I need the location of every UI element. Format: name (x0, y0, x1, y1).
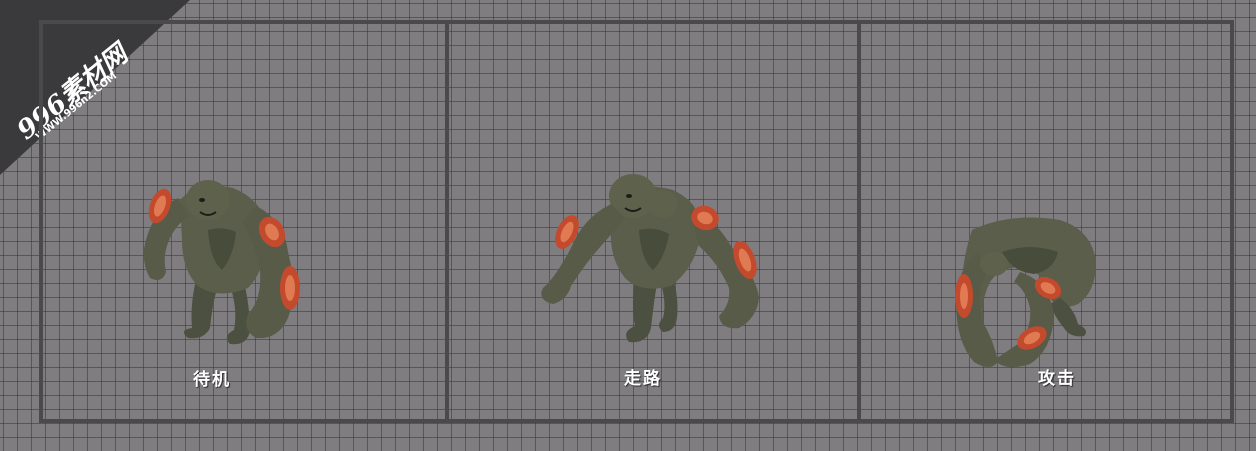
label-attack: 攻击 (1038, 369, 1076, 389)
walk-monster-icon (541, 174, 759, 343)
idle-monster-icon (143, 180, 300, 345)
label-idle: 待机 (193, 370, 231, 390)
attack-monster-icon (955, 217, 1096, 368)
label-walk: 走路 (624, 369, 662, 389)
